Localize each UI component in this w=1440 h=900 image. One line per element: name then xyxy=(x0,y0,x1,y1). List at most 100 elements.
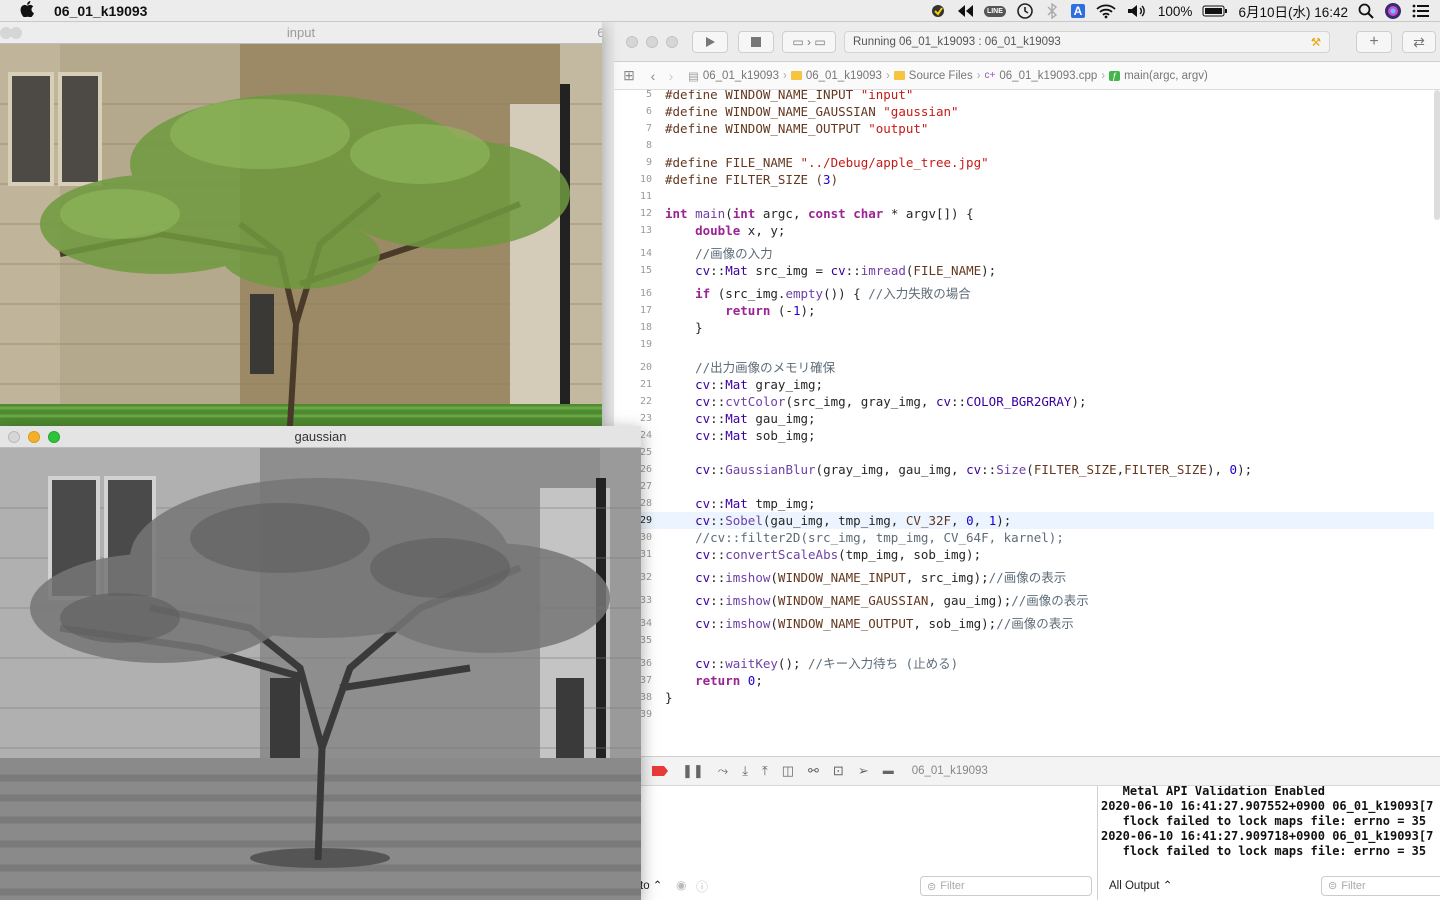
zoom-button[interactable] xyxy=(666,36,678,48)
script-icon[interactable] xyxy=(930,2,946,20)
code-line[interactable]: 21 cv::Mat gray_img; xyxy=(614,376,1434,393)
console-filter-field[interactable]: ⊜ Filter xyxy=(1321,876,1440,896)
app-name[interactable]: 06_01_k19093 xyxy=(54,3,147,19)
view-debugger-icon[interactable]: ◫ xyxy=(782,763,794,779)
eye-icon[interactable]: ◉ xyxy=(676,878,686,892)
code-line[interactable]: 15 cv::Mat src_img = cv::imread(FILE_NAM… xyxy=(614,262,1434,279)
minimize-button[interactable] xyxy=(10,27,22,39)
code-line[interactable]: 23 cv::Mat gau_img; xyxy=(614,410,1434,427)
zoom-button[interactable] xyxy=(48,431,60,443)
breadcrumb-group[interactable]: 06_01_k19093 xyxy=(790,70,882,82)
battery-icon[interactable] xyxy=(1202,2,1228,20)
menubar-clock[interactable]: 6月10日(水) 16:42 xyxy=(1238,1,1348,21)
line-number[interactable]: 9 xyxy=(614,154,652,171)
code-line[interactable]: 24 cv::Mat sob_img; xyxy=(614,427,1434,444)
code-line[interactable]: 7 #define WINDOW_NAME_OUTPUT "output" xyxy=(614,120,1434,137)
battery-percent[interactable]: 100% xyxy=(1158,4,1193,19)
code-line[interactable]: 10 #define FILTER_SIZE (3) xyxy=(614,171,1434,188)
line-number[interactable]: 5 xyxy=(614,90,652,103)
breadcrumb-project[interactable]: ▤ 06_01_k19093 xyxy=(688,69,779,83)
code-line[interactable]: 37 return 0; xyxy=(614,672,1434,689)
code-line[interactable]: 26 cv::GaussianBlur(gray_img, gau_img, c… xyxy=(614,461,1434,478)
info-icon[interactable]: ⓘ xyxy=(696,878,708,895)
pause-icon[interactable]: ❚❚ xyxy=(682,763,704,779)
close-button[interactable] xyxy=(626,36,638,48)
apple-menu-icon[interactable] xyxy=(12,0,42,21)
line-number[interactable]: 14 xyxy=(614,245,652,262)
notification-center-icon[interactable] xyxy=(1412,2,1430,20)
step-over-icon[interactable]: ⤳ xyxy=(718,763,728,779)
breadcrumb-function[interactable]: ƒ main(argc, argv) xyxy=(1109,70,1208,82)
code-line[interactable]: 28 cv::Mat tmp_img; xyxy=(614,495,1434,512)
variables-filter-field[interactable]: ⊜ Filter xyxy=(920,876,1092,896)
line-number[interactable]: 13 xyxy=(614,222,652,239)
breakpoints-toggle-icon[interactable] xyxy=(652,766,668,776)
source-editor[interactable]: 5 #define WINDOW_NAME_INPUT "input" 6 #defi… xyxy=(614,90,1434,756)
minimize-button[interactable] xyxy=(28,431,40,443)
code-line[interactable]: 25 xyxy=(614,444,1434,461)
code-line[interactable]: 27 xyxy=(614,478,1434,495)
code-line[interactable]: 38} xyxy=(614,689,1434,706)
code-line[interactable]: 12 int main(int argc, const char * argv[]… xyxy=(614,205,1434,222)
run-button[interactable] xyxy=(692,31,728,53)
code-line[interactable]: 14 //画像の入力 xyxy=(614,245,1434,262)
line-number[interactable]: 21 xyxy=(614,376,652,393)
code-line[interactable]: 33 cv::imshow(WINDOW_NAME_GAUSSIAN, gau_… xyxy=(614,592,1434,609)
related-items-icon[interactable]: ⊞ xyxy=(620,67,638,84)
library-button[interactable]: + xyxy=(1356,31,1392,53)
line-number[interactable]: 12 xyxy=(614,205,652,222)
stop-button[interactable] xyxy=(738,31,774,53)
memory-graph-icon[interactable]: ⚯ xyxy=(808,763,819,779)
code-line[interactable]: 9 #define FILE_NAME "../Debug/apple_tree.… xyxy=(614,154,1434,171)
line-number[interactable]: 17 xyxy=(614,302,652,319)
line-number[interactable]: 20 xyxy=(614,359,652,376)
console-output[interactable]: Metal API Validation Enabled 2020-06-10 … xyxy=(1099,786,1440,900)
editor-scrollbar[interactable] xyxy=(1434,90,1440,220)
volume-icon[interactable] xyxy=(1126,2,1148,20)
line-number[interactable]: 8 xyxy=(614,137,652,154)
line-number[interactable]: 18 xyxy=(614,319,652,336)
siri-icon[interactable] xyxy=(1384,2,1402,20)
line-number[interactable]: 23 xyxy=(614,410,652,427)
line-number[interactable]: 6 xyxy=(614,103,652,120)
code-line[interactable]: 36 cv::waitKey(); //キー入力待ち (止める) xyxy=(614,655,1434,672)
input-source-icon[interactable]: A xyxy=(1070,2,1086,20)
step-out-icon[interactable]: ⤒ xyxy=(762,763,768,779)
code-line[interactable]: 30 //cv::filter2D(src_img, tmp_img, CV_6… xyxy=(614,529,1434,546)
code-review-button[interactable]: ⇄ xyxy=(1402,31,1436,53)
simulate-location-icon[interactable]: ➢ xyxy=(858,763,869,779)
back-chevron-icon[interactable]: ‹ xyxy=(644,68,662,84)
bluetooth-icon[interactable] xyxy=(1044,2,1060,20)
output-selector[interactable]: All Output ⌃ xyxy=(1109,879,1172,894)
line-number[interactable]: 15 xyxy=(614,262,652,279)
environment-overrides-icon[interactable]: ⊡ xyxy=(833,763,844,779)
time-machine-icon[interactable] xyxy=(1016,2,1034,20)
spotlight-search-icon[interactable] xyxy=(1358,2,1374,20)
code-line[interactable]: 19 xyxy=(614,336,1434,353)
code-line[interactable]: 34 cv::imshow(WINDOW_NAME_OUTPUT, sob_im… xyxy=(614,615,1434,632)
breadcrumb-source-files[interactable]: Source Files xyxy=(893,70,973,82)
forward-chevron-icon[interactable]: › xyxy=(662,68,680,84)
code-line[interactable]: 13 double x, y; xyxy=(614,222,1434,239)
code-line[interactable]: 11 xyxy=(614,188,1434,205)
close-button[interactable] xyxy=(8,431,20,443)
code-line[interactable]: 18 } xyxy=(614,319,1434,336)
code-line[interactable]: 22 cv::cvtColor(src_img, gray_img, cv::C… xyxy=(614,393,1434,410)
input-window-titlebar[interactable]: input 6 xyxy=(0,22,602,44)
line-app-icon[interactable]: LINE xyxy=(983,2,1006,20)
code-line[interactable]: 35 xyxy=(614,632,1434,649)
wifi-icon[interactable] xyxy=(1096,2,1116,20)
minimize-button[interactable] xyxy=(646,36,658,48)
line-number[interactable]: 7 xyxy=(614,120,652,137)
line-number[interactable]: 19 xyxy=(614,336,652,353)
code-line[interactable]: 6 #define WINDOW_NAME_GAUSSIAN "gaussian" xyxy=(614,103,1434,120)
code-line[interactable]: 16 if (src_img.empty()) { //入力失敗の場合 xyxy=(614,285,1434,302)
code-line[interactable]: 17 return (-1); xyxy=(614,302,1434,319)
step-into-icon[interactable]: ⤓ xyxy=(742,763,748,779)
scheme-selector[interactable]: ▭ › ▭ xyxy=(782,31,836,53)
auto-selector[interactable]: to ⌃ xyxy=(640,878,662,892)
breadcrumb-file[interactable]: c+ 06_01_k19093.cpp xyxy=(985,70,1098,82)
code-line[interactable]: 31 cv::convertScaleAbs(tmp_img, sob_img)… xyxy=(614,546,1434,563)
code-line[interactable]: 32 cv::imshow(WINDOW_NAME_INPUT, src_img… xyxy=(614,569,1434,586)
line-number[interactable]: 10 xyxy=(614,171,652,188)
